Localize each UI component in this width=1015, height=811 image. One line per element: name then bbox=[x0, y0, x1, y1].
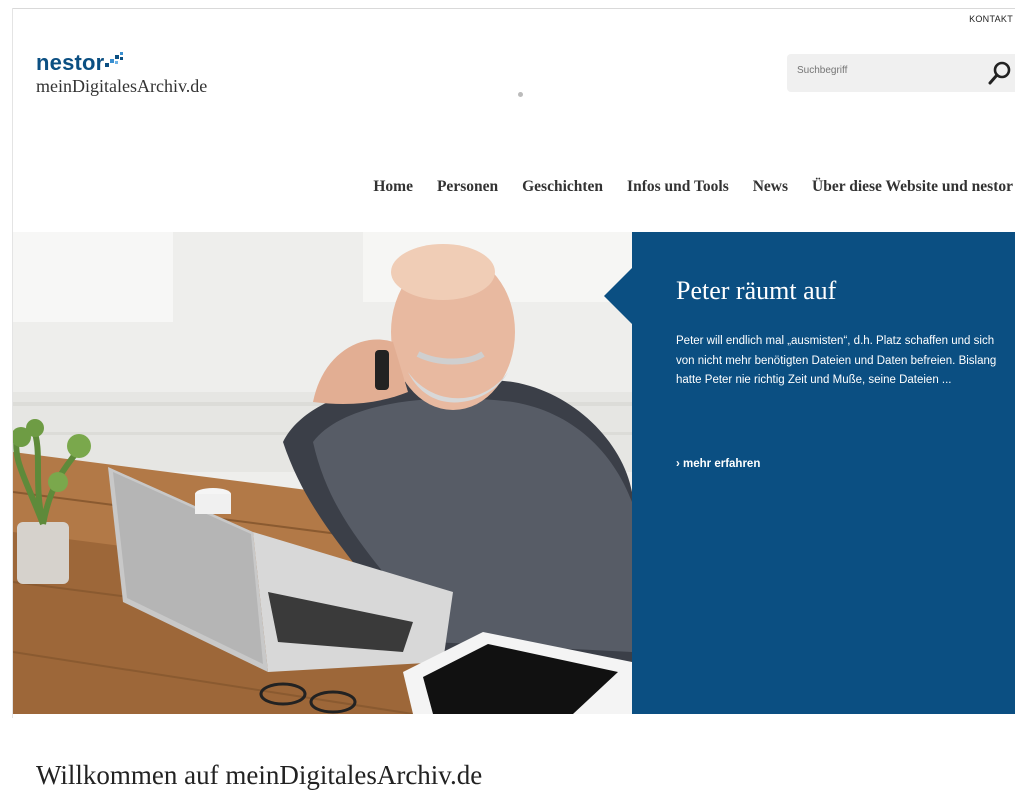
site-logo[interactable]: nestor meinDigitalesArchiv.de bbox=[36, 52, 207, 97]
hero-teaser: Peter räumt auf Peter will endlich mal „… bbox=[13, 232, 1015, 714]
nav-item-personen[interactable]: Personen bbox=[437, 178, 498, 196]
welcome-heading: Willkommen auf meinDigitalesArchiv.de bbox=[36, 760, 483, 790]
search-box bbox=[787, 54, 1015, 92]
nav-item-news[interactable]: News bbox=[753, 178, 788, 196]
logo-mark: nestor bbox=[36, 52, 207, 74]
page-top-border bbox=[12, 8, 1015, 9]
hero-photo-illustration bbox=[13, 232, 632, 714]
hero-title[interactable]: Peter räumt auf bbox=[676, 276, 836, 306]
mehr-erfahren-link[interactable]: › mehr erfahren bbox=[676, 458, 760, 470]
slider-dot bbox=[518, 92, 523, 97]
nav-item-infos-und-tools[interactable]: Infos und Tools bbox=[627, 178, 729, 196]
nav-item-home[interactable]: Home bbox=[373, 178, 413, 196]
nav-item-geschichten[interactable]: Geschichten bbox=[522, 178, 603, 196]
logo-squares-icon bbox=[105, 52, 124, 67]
nav-item-ueber[interactable]: Über diese Website und nestor bbox=[812, 178, 1013, 196]
logo-subtitle: meinDigitalesArchiv.de bbox=[36, 76, 208, 96]
panel-arrow bbox=[604, 268, 632, 324]
search-icon bbox=[988, 61, 1011, 85]
search-input[interactable] bbox=[795, 64, 969, 77]
main-nav: Home Personen Geschichten Infos und Tool… bbox=[349, 178, 1013, 196]
kontakt-link[interactable]: KONTAKT bbox=[969, 14, 1013, 24]
hero-panel: Peter räumt auf Peter will endlich mal „… bbox=[604, 232, 1015, 714]
search-button[interactable] bbox=[985, 58, 1015, 88]
logo-wordmark: nestor bbox=[36, 50, 105, 75]
hero-text: Peter will endlich mal „ausmisten“, d.h.… bbox=[676, 335, 997, 386]
hero-photo[interactable] bbox=[13, 232, 632, 714]
